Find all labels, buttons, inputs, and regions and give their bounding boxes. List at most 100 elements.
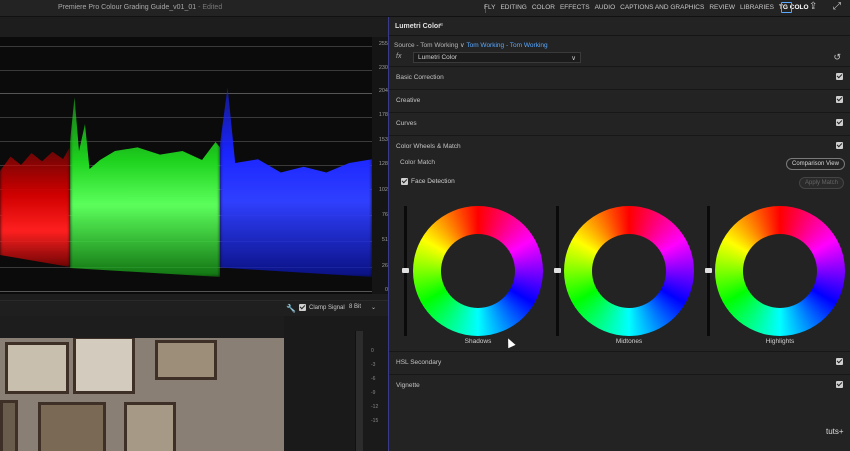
scope-gridline <box>0 46 372 47</box>
section-enable-checkbox[interactable] <box>836 381 843 388</box>
scope-gridline <box>0 141 372 142</box>
share-icon[interactable]: ⇪ <box>809 1 820 12</box>
scope-gridline <box>0 291 372 292</box>
poster-frame-image <box>0 400 18 451</box>
scale-label: 51 <box>381 237 388 243</box>
poster-frame-image <box>124 402 176 451</box>
scale-label: 153 <box>378 137 388 143</box>
chevron-down-icon: ∨ <box>571 55 576 62</box>
scope-gridline <box>0 93 372 94</box>
scope-scale: 255 230 204 178 153 128 102 76 51 26 0 <box>372 37 388 294</box>
fullscreen-icon[interactable]: ⤢ <box>833 1 844 12</box>
section-label: Curves <box>396 120 417 127</box>
section-label: Basic Correction <box>396 74 444 81</box>
section-color-wheels-match[interactable]: Color Wheels & Match <box>389 135 850 157</box>
shadows-color-wheel[interactable] <box>413 206 543 336</box>
panel-title[interactable]: Lumetri Color <box>395 23 441 30</box>
face-detection-checkbox[interactable] <box>401 178 408 185</box>
slider-handle[interactable] <box>705 268 712 273</box>
scope-gridline <box>0 70 372 71</box>
section-enable-checkbox[interactable] <box>836 119 843 126</box>
highlights-color-wheel[interactable] <box>715 206 845 336</box>
poster-frame-image <box>73 338 135 394</box>
rgb-parade-scope <box>0 37 372 294</box>
section-label: Color Wheels & Match <box>396 143 461 150</box>
section-basic-correction[interactable]: Basic Correction <box>389 66 850 88</box>
green-channel-trace <box>70 97 220 277</box>
workspace-tab-effects[interactable]: EFFECTS <box>560 4 590 11</box>
midtones-luma-slider[interactable] <box>554 206 561 336</box>
workspace-tab-editing[interactable]: EDITING <box>500 4 526 11</box>
effect-select[interactable]: Lumetri Color ∨ <box>413 52 581 63</box>
audio-meter <box>355 331 363 451</box>
face-detection-label: Face Detection <box>411 178 455 185</box>
clamp-signal-control[interactable]: Clamp Signal <box>299 304 345 311</box>
meter-label: -6 <box>371 376 376 382</box>
section-enable-checkbox[interactable] <box>836 142 843 149</box>
meter-label: -12 <box>371 404 379 410</box>
section-enable-checkbox[interactable] <box>836 358 843 365</box>
workspace-tab-audio[interactable]: AUDIO <box>595 4 616 11</box>
bit-depth-value: 8 Bit <box>349 304 362 310</box>
workspace-tab-review[interactable]: REVIEW <box>709 4 735 11</box>
lumetri-color-panel: Lumetri Color ≡ Source - Tom Working ∨ T… <box>388 17 850 451</box>
section-hsl-secondary[interactable]: HSL Secondary <box>389 351 850 373</box>
workspace-tab-libraries[interactable]: LIBRARIES <box>740 4 774 11</box>
slider-handle[interactable] <box>402 268 409 273</box>
clamp-signal-label: Clamp Signal <box>309 304 345 311</box>
section-label: HSL Secondary <box>396 359 442 366</box>
shadows-luma-slider[interactable] <box>402 206 409 336</box>
scale-label: 76 <box>381 212 388 218</box>
section-vignette[interactable]: Vignette <box>389 374 850 396</box>
workspace-layout-icon[interactable] <box>781 2 792 13</box>
audio-meter-area <box>284 316 388 451</box>
target-clip-link[interactable]: Tom Working - Tom Working <box>466 42 547 49</box>
workspace-tabs: FLY EDITING COLOR EFFECTS AUDIO CAPTIONS… <box>484 4 809 11</box>
panel-header: Lumetri Color ≡ <box>389 17 850 36</box>
comparison-view-button[interactable]: Comparison View <box>786 158 845 170</box>
color-match-label: Color Match <box>400 159 436 166</box>
top-bar: Premiere Pro Colour Grading Guide_v01_01… <box>0 0 850 17</box>
wrench-icon[interactable]: 🔧 <box>286 304 296 313</box>
workspace-tab-fly[interactable]: FLY <box>484 4 495 11</box>
highlights-luma-slider[interactable] <box>705 206 712 336</box>
poster-frame-image <box>5 342 69 394</box>
scale-label: 26 <box>381 263 388 269</box>
panel-menu-icon[interactable]: ≡ <box>439 22 443 29</box>
shadows-label: Shadows <box>464 338 492 345</box>
program-monitor-preview[interactable] <box>0 338 284 451</box>
section-curves[interactable]: Curves <box>389 112 850 134</box>
section-label: Creative <box>396 97 421 104</box>
section-enable-checkbox[interactable] <box>836 73 843 80</box>
workspace-tab-captions[interactable]: CAPTIONS AND GRAPHICS <box>620 4 704 11</box>
source-row: Source - Tom Working ∨ Tom Working - Tom… <box>394 41 548 49</box>
apply-match-button[interactable]: Apply Match <box>799 177 845 189</box>
meter-label: -9 <box>371 390 376 396</box>
section-label: Vignette <box>396 382 420 389</box>
blue-channel-trace <box>220 87 372 277</box>
fx-icon[interactable]: fx <box>396 53 401 60</box>
meter-label: -3 <box>371 362 376 368</box>
poster-frame-image <box>155 340 217 380</box>
scale-label: 128 <box>378 161 388 167</box>
section-enable-checkbox[interactable] <box>836 96 843 103</box>
project-name: Premiere Pro Colour Grading Guide_v01_01 <box>58 4 197 11</box>
source-select[interactable]: Source - Tom Working <box>394 42 458 49</box>
scope-gridline <box>0 117 372 118</box>
scope-toolbar: 🔧 Clamp Signal 8 Bit ⌄ <box>0 300 388 316</box>
edited-status: - Edited <box>198 4 223 11</box>
reset-icon[interactable]: ↺ <box>833 52 841 63</box>
workspace-tab-color[interactable]: COLOR <box>532 4 555 11</box>
midtones-color-wheel[interactable] <box>564 206 694 336</box>
face-detection-control[interactable]: Face Detection <box>401 178 455 185</box>
bit-depth-select[interactable]: 8 Bit ⌄ <box>349 304 376 311</box>
slider-handle[interactable] <box>554 268 561 273</box>
clamp-signal-checkbox[interactable] <box>299 304 306 311</box>
document-title: Premiere Pro Colour Grading Guide_v01_01… <box>58 4 222 11</box>
chevron-down-icon[interactable]: ∨ <box>460 42 465 49</box>
meter-label: -15 <box>371 418 379 424</box>
scale-label: 204 <box>378 88 388 94</box>
section-creative[interactable]: Creative <box>389 89 850 111</box>
scale-label: 0 <box>384 287 388 293</box>
effect-row: fx Lumetri Color ∨ ↺ <box>394 51 847 65</box>
